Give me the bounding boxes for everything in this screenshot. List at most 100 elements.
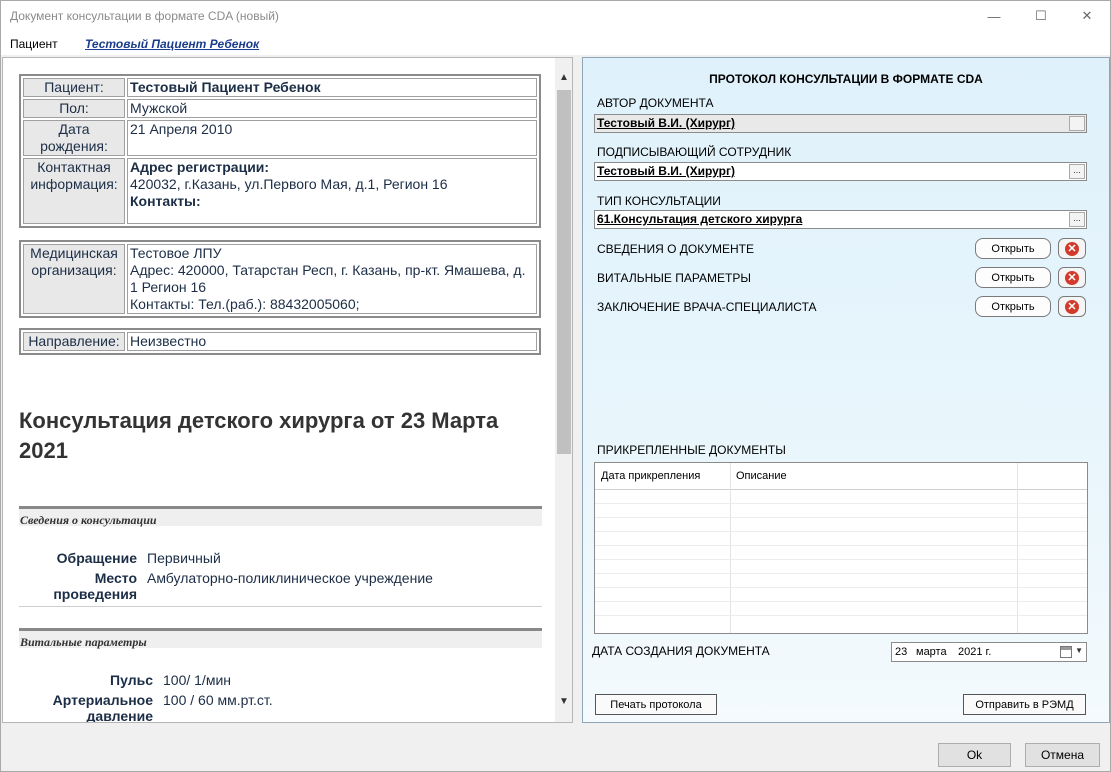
appeal-label: Обращение <box>56 550 137 566</box>
author-field: Тестовый В.И. (Хирург) <box>594 114 1087 133</box>
section-label-conclusion: ЗАКЛЮЧЕНИЕ ВРАЧА-СПЕЦИАЛИСТА <box>597 300 817 314</box>
scroll-thumb[interactable] <box>557 90 571 454</box>
sex-value: Мужской <box>127 99 537 118</box>
signer-value: Тестовый В.И. (Хирург) <box>597 164 735 178</box>
pulse-row: Пульс 100/ 1/мин <box>19 672 539 692</box>
column-attach-date[interactable]: Дата прикрепления <box>601 470 700 482</box>
dob-key-line2: рождения: <box>40 138 108 154</box>
place-row: Место проведения Амбулаторно-поликлиничес… <box>19 570 539 606</box>
protocol-panel: ПРОТОКОЛ КОНСУЛЬТАЦИИ В ФОРМАТЕ CDA АВТО… <box>582 57 1110 723</box>
organization-name: Тестовое ЛПУ <box>130 245 222 261</box>
consultation-type-browse-button[interactable]: ... <box>1069 212 1085 227</box>
patient-label: Пациент <box>10 37 58 51</box>
consultation-heading: Консультация детского хирурга от 23 Март… <box>19 408 499 463</box>
delete-document-info-button[interactable]: ✕ <box>1058 238 1086 259</box>
cancel-button[interactable]: Отмена <box>1025 743 1100 767</box>
author-value: Тестовый В.И. (Хирург) <box>597 116 735 130</box>
grid-column-divider <box>730 463 731 633</box>
date-month[interactable]: марта <box>916 646 947 658</box>
grid-column-divider <box>1017 463 1018 633</box>
dialog-window: Документ консультации в формате CDA (нов… <box>0 0 1111 772</box>
organization-key: Медицинская организация: <box>23 244 125 314</box>
bp-label-line1: Артериальное <box>52 692 153 708</box>
date-year[interactable]: 2021 г. <box>958 646 991 658</box>
appeal-value: Первичный <box>147 550 221 566</box>
appeal-row: Обращение Первичный <box>19 550 539 570</box>
referral-value: Неизвестно <box>127 332 537 351</box>
consultation-type-field[interactable]: 61.Консультация детского хирурга ... <box>594 210 1087 229</box>
protocol-title: ПРОТОКОЛ КОНСУЛЬТАЦИИ В ФОРМАТЕ CDA <box>709 72 983 86</box>
place-label-line2: проведения <box>53 586 137 602</box>
signer-browse-button[interactable]: ... <box>1069 164 1085 179</box>
vertical-scrollbar[interactable]: ▲ ▼ <box>555 58 572 722</box>
grid-header: Дата прикрепления Описание <box>595 463 1087 490</box>
section-label-document-info: СВЕДЕНИЯ О ДОКУМЕНТЕ <box>597 242 754 256</box>
calendar-icon[interactable] <box>1060 646 1072 658</box>
organization-key-line1: Медицинская <box>30 245 118 261</box>
patient-bar: Пациент Тестовый Пациент Ребенок <box>1 31 1110 55</box>
attached-documents-label: ПРИКРЕПЛЕННЫЕ ДОКУМЕНТЫ <box>597 443 786 457</box>
open-vitals-button[interactable]: Открыть <box>975 267 1051 288</box>
send-to-remd-button[interactable]: Отправить в РЭМД <box>963 694 1086 715</box>
scroll-down-icon[interactable]: ▼ <box>555 692 572 710</box>
pulse-label: Пульс <box>110 672 153 688</box>
delete-conclusion-button[interactable]: ✕ <box>1058 296 1086 317</box>
close-button[interactable]: ✕ <box>1064 1 1110 31</box>
section-header-vitals: Витальные параметры <box>19 628 542 649</box>
grid-row-line <box>595 615 1087 616</box>
organization-key-line2: организация: <box>31 262 117 278</box>
organization-contacts: Контакты: Тел.(раб.): 88432005060; <box>130 296 360 312</box>
bp-row: Артериальное давление 100 / 60 мм.рт.ст. <box>19 692 539 722</box>
document-preview-panel[interactable]: Пациент: Тестовый Пациент Ребенок Пол: М… <box>2 57 573 723</box>
delete-icon: ✕ <box>1065 241 1079 256</box>
place-label-line1: Место <box>94 570 137 586</box>
patient-info-table: Пациент: Тестовый Пациент Ребенок Пол: М… <box>19 74 541 228</box>
reg-address-label: Адрес регистрации: <box>130 159 270 175</box>
bp-value: 100 / 60 мм.рт.ст. <box>163 692 273 708</box>
grid-row-line <box>595 587 1087 588</box>
organization-table: Медицинская организация: Тестовое ЛПУ Адр… <box>19 240 541 318</box>
patient-link[interactable]: Тестовый Пациент Ребенок <box>85 37 259 51</box>
pulse-value: 100/ 1/мин <box>163 672 231 688</box>
attached-documents-grid[interactable]: Дата прикрепления Описание <box>594 462 1088 634</box>
section-label-vitals: ВИТАЛЬНЫЕ ПАРАМЕТРЫ <box>597 271 751 285</box>
minimize-button[interactable]: — <box>971 1 1017 31</box>
delete-icon: ✕ <box>1065 299 1079 314</box>
column-description[interactable]: Описание <box>736 470 787 482</box>
author-label: АВТОР ДОКУМЕНТА <box>597 96 714 110</box>
contact-key: Контактная информация: <box>23 158 125 224</box>
contact-key-line2: информация: <box>30 176 118 192</box>
date-day[interactable]: 23 <box>895 646 907 658</box>
created-date-picker[interactable]: 23 марта 2021 г. ▼ <box>891 642 1087 662</box>
print-protocol-button[interactable]: Печать протокола <box>595 694 717 715</box>
patient-key: Пациент: <box>23 78 125 97</box>
place-label: Место проведения <box>19 570 137 602</box>
document-preview: Пациент: Тестовый Пациент Ребенок Пол: М… <box>3 58 555 722</box>
ok-button[interactable]: Ok <box>938 743 1011 767</box>
open-document-info-button[interactable]: Открыть <box>975 238 1051 259</box>
grid-row-line <box>595 531 1087 532</box>
consultation-type-label: ТИП КОНСУЛЬТАЦИИ <box>597 194 721 208</box>
place-value: Амбулаторно-поликлиническое учреждение <box>147 570 433 586</box>
referral-table: Направление: Неизвестно <box>19 328 541 355</box>
maximize-button[interactable]: ☐ <box>1018 1 1064 31</box>
chevron-down-icon[interactable]: ▼ <box>1075 646 1083 655</box>
signer-label: ПОДПИСЫВАЮЩИЙ СОТРУДНИК <box>597 145 792 159</box>
delete-icon: ✕ <box>1065 270 1079 285</box>
consultation-type-value: 61.Консультация детского хирурга <box>597 212 803 226</box>
dob-key-line1: Дата <box>58 121 90 137</box>
organization-address: Адрес: 420000, Татарстан Респ, г. Казань… <box>130 262 526 295</box>
grid-row-line <box>595 601 1087 602</box>
referral-key: Направление: <box>23 332 125 351</box>
grid-row-line <box>595 545 1087 546</box>
scroll-up-icon[interactable]: ▲ <box>555 68 572 86</box>
bp-label-line2: давление <box>86 708 153 722</box>
contact-key-line1: Контактная <box>37 159 111 175</box>
window-title: Документ консультации в формате CDA (нов… <box>10 9 279 23</box>
grid-row-line <box>595 517 1087 518</box>
delete-vitals-button[interactable]: ✕ <box>1058 267 1086 288</box>
dob-value: 21 Апреля 2010 <box>127 120 537 156</box>
contacts-label: Контакты: <box>130 193 201 209</box>
open-conclusion-button[interactable]: Открыть <box>975 296 1051 317</box>
signer-field[interactable]: Тестовый В.И. (Хирург) ... <box>594 162 1087 181</box>
